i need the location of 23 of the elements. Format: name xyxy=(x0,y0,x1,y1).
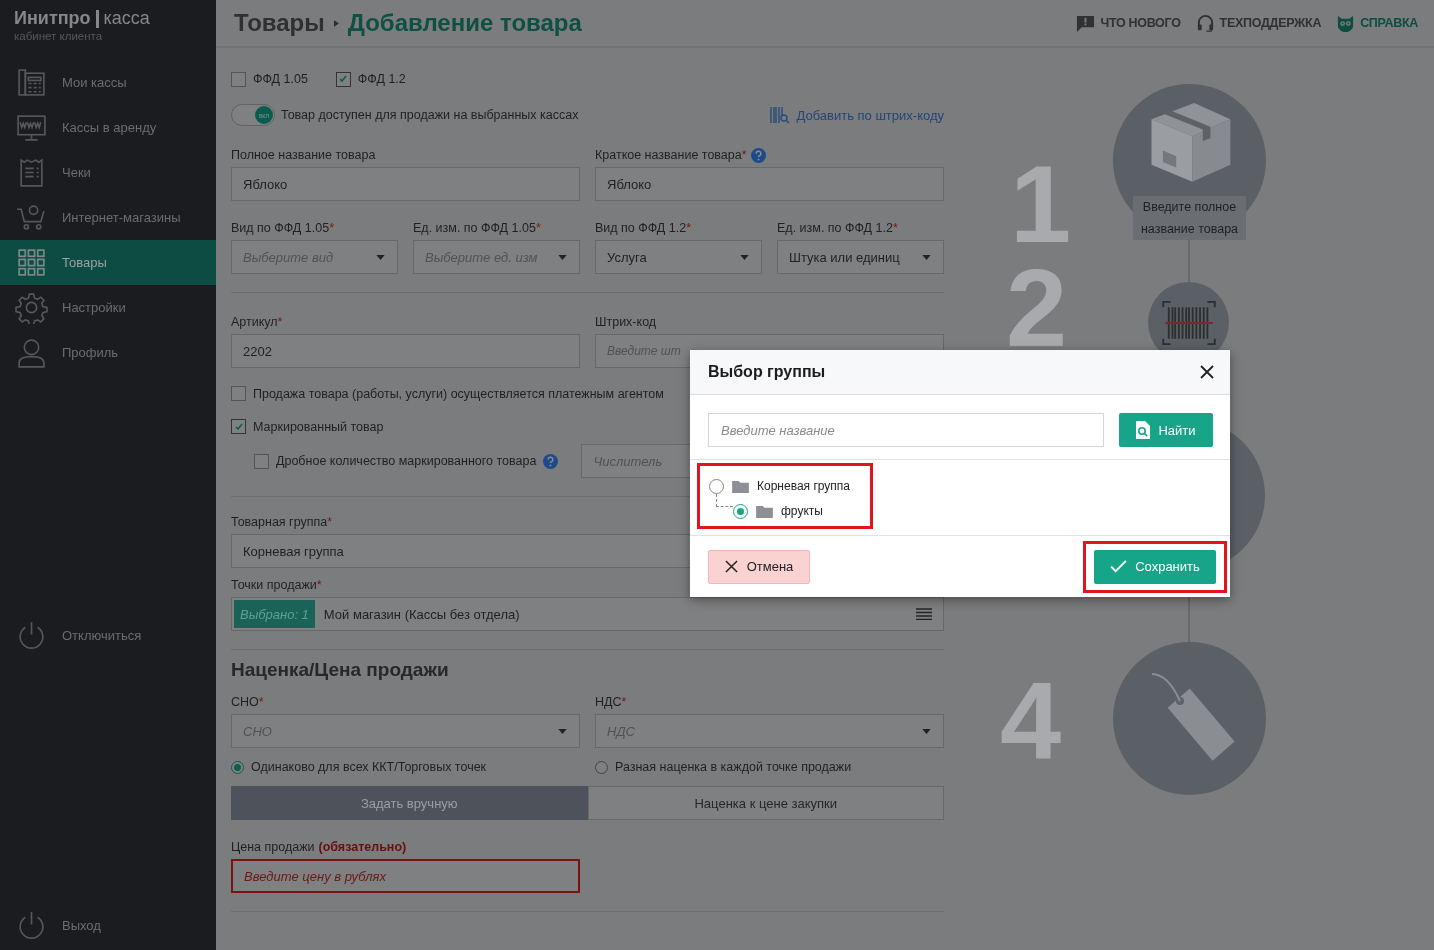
sale-point-value: Мой магазин (Кассы без отдела) xyxy=(323,606,521,622)
field-label: Ед. изм. по ФФД 1.2* xyxy=(777,221,898,235)
field-label: Полное название товара xyxy=(231,148,376,162)
toggle-label: Товар доступен для продажи на выбранных кассах xyxy=(281,108,579,122)
section-title: Наценка/Цена продажи xyxy=(231,659,450,681)
page-title: Добавление товара xyxy=(347,9,582,37)
field-label: СНО* xyxy=(231,695,264,709)
field-label: Артикул* xyxy=(231,315,283,329)
field-label: Штрих-код xyxy=(595,315,657,329)
brand-subtitle: кабинет клиента xyxy=(14,30,104,42)
field-label: Ед. изм. по ФФД 1.05* xyxy=(413,221,541,235)
field-label: НДС* xyxy=(595,695,627,709)
field-label: Точки продажи* xyxy=(231,578,322,592)
field-label: Товарная группа* xyxy=(231,515,333,529)
brand-product: касса xyxy=(103,8,150,29)
field-label: Краткое название товара* xyxy=(595,148,747,162)
field-label: Цена продажи (обязательно) xyxy=(231,840,407,854)
step-caption: Введите полное название товара xyxy=(1133,196,1246,240)
field-label: Вид по ФФД 1.05* xyxy=(231,221,334,235)
dialog-title: Выбор группы xyxy=(708,363,826,381)
brand-name: Инитпро xyxy=(14,8,91,29)
field-label: Вид по ФФД 1.2* xyxy=(595,221,692,235)
selected-count-badge: Выбрано: 1 xyxy=(234,600,315,628)
